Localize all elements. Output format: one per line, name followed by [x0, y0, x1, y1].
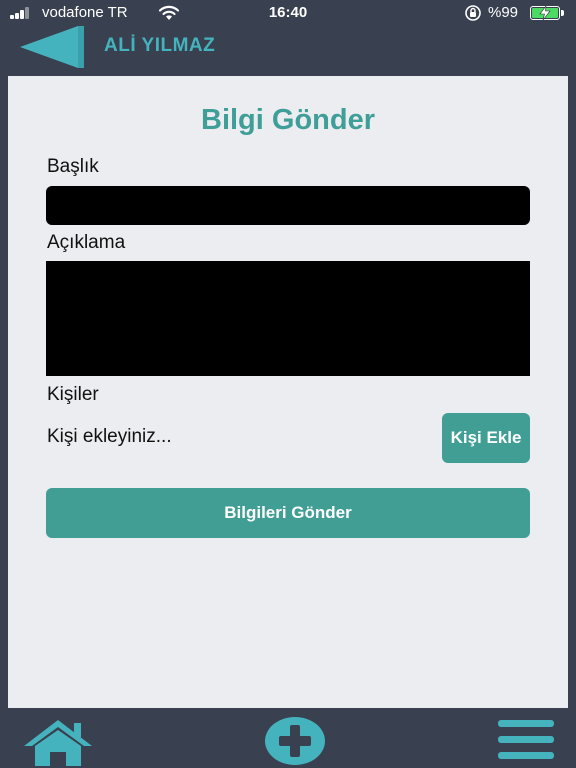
battery-percentage: %99	[488, 4, 519, 21]
people-label: Kişiler	[47, 384, 99, 405]
title-input[interactable]	[46, 186, 530, 225]
description-input[interactable]	[46, 261, 530, 376]
orientation-lock-icon	[465, 5, 481, 21]
people-hint: Kişi ekleyiniz...	[47, 426, 172, 447]
description-label: Açıklama	[47, 232, 126, 253]
form-panel: Bilgi Gönder Başlık Açıklama Kişiler Kiş…	[8, 76, 568, 708]
page-title: Bilgi Gönder	[201, 104, 375, 136]
home-icon[interactable]	[22, 716, 94, 766]
submit-button[interactable]: Bilgileri Gönder	[46, 488, 530, 538]
back-arrow-icon[interactable]	[18, 26, 86, 68]
status-bar: vodafone TR 16:40 %99	[0, 0, 576, 26]
bottom-navigation	[0, 708, 576, 768]
app-header: ALİ YILMAZ	[0, 26, 576, 74]
user-name: ALİ YILMAZ	[104, 35, 216, 56]
battery-icon	[530, 6, 560, 20]
title-label: Başlık	[47, 156, 99, 177]
add-circle-icon[interactable]	[264, 716, 326, 766]
add-person-button[interactable]: Kişi Ekle	[442, 413, 530, 463]
menu-icon[interactable]	[498, 718, 554, 762]
battery-cap	[561, 10, 564, 16]
